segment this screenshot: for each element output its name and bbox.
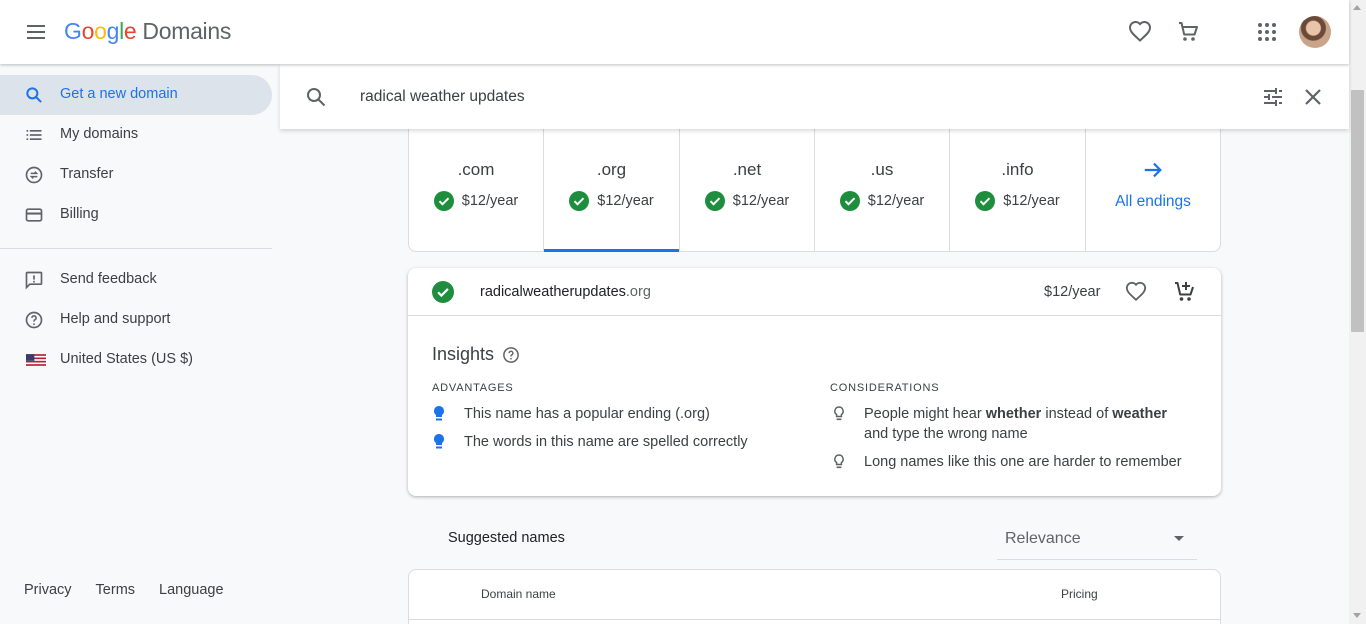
check-circle-icon xyxy=(704,191,725,211)
check-circle-icon xyxy=(839,191,860,211)
sidebar-item-label: My domains xyxy=(60,126,139,142)
advantage-item: This name has a popular ending (.org) xyxy=(432,404,802,424)
dropdown-arrow-icon xyxy=(1174,536,1184,541)
help-icon xyxy=(25,311,43,329)
scroll-down-arrow-icon[interactable] xyxy=(1353,613,1361,618)
check-circle-icon xyxy=(433,191,454,211)
ending-tld: .org xyxy=(596,160,627,179)
sidebar-item-label: Transfer xyxy=(60,166,114,182)
search-icon[interactable] xyxy=(304,85,328,109)
us-flag-icon xyxy=(26,354,46,366)
all-endings-button[interactable]: All endings xyxy=(1086,111,1220,251)
sidebar-item-my-domains[interactable]: My domains xyxy=(0,115,272,155)
sidebar-item-label: Help and support xyxy=(60,311,171,327)
ending-tld: .info xyxy=(1001,160,1034,179)
advantages-heading: ADVANTAGES xyxy=(432,382,514,394)
app-bar: Google Domains xyxy=(0,0,1349,64)
footer-links: Privacy Terms Language xyxy=(24,582,224,598)
terms-link[interactable]: Terms xyxy=(96,582,135,598)
list-icon xyxy=(26,130,42,140)
sort-value: Relevance xyxy=(1005,530,1081,547)
ending-tld: .net xyxy=(732,160,762,179)
ending-tab-net[interactable]: .net $12/year xyxy=(680,111,815,251)
ending-price: $12/year xyxy=(732,193,790,209)
lightbulb-outline-icon xyxy=(834,406,844,421)
sidebar-item-get-new-domain[interactable]: Get a new domain xyxy=(0,75,272,115)
privacy-link[interactable]: Privacy xyxy=(24,582,72,598)
domain-name: radicalweatherupdates.org xyxy=(480,284,651,300)
considerations-heading: CONSIDERATIONS xyxy=(830,382,940,394)
search-bar: radical weather updates xyxy=(280,64,1349,129)
sidebar-item-label: United States (US $) xyxy=(60,351,193,367)
ending-price: $12/year xyxy=(867,193,925,209)
suggested-names-title: Suggested names xyxy=(448,530,565,546)
domain-result-row[interactable]: radicalweatherupdates.org $12/year xyxy=(408,268,1221,316)
header-divider xyxy=(409,619,1220,620)
check-circle-icon xyxy=(975,191,996,211)
advantage-item: The words in this name are spelled corre… xyxy=(432,432,802,452)
check-circle-icon xyxy=(432,281,454,303)
tune-filter-icon[interactable] xyxy=(1261,85,1285,109)
scroll-up-arrow-icon[interactable] xyxy=(1353,5,1361,10)
sidebar-item-label: Send feedback xyxy=(60,271,157,287)
check-circle-icon xyxy=(569,191,590,211)
sidebar-item-label: Get a new domain xyxy=(60,86,178,102)
sidebar-item-billing[interactable]: Billing xyxy=(0,195,272,235)
all-endings-label: All endings xyxy=(1115,193,1191,210)
menu-icon[interactable] xyxy=(24,20,48,44)
help-icon[interactable] xyxy=(502,346,520,364)
ending-price: $12/year xyxy=(461,193,519,209)
ending-tab-com[interactable]: .com $12/year xyxy=(409,111,544,251)
lightbulb-outline-icon xyxy=(834,454,844,469)
ending-tab-us[interactable]: .us $12/year xyxy=(815,111,950,251)
language-link[interactable]: Language xyxy=(159,582,224,598)
credit-card-icon xyxy=(25,208,43,222)
sidebar-item-help[interactable]: Help and support xyxy=(0,300,272,340)
domain-price: $12/year xyxy=(1044,284,1101,300)
ending-tld: .us xyxy=(870,160,894,179)
domain-result-card: radicalweatherupdates.org $12/year Insig… xyxy=(408,268,1221,496)
domain-endings-row: .com $12/year .org $12/year .net $12/yea… xyxy=(408,110,1221,252)
suggestions-table-header: Domain name Pricing xyxy=(408,569,1221,624)
feedback-icon xyxy=(25,271,43,290)
column-domain-name: Domain name xyxy=(481,587,556,601)
avatar[interactable] xyxy=(1299,16,1331,48)
ending-tab-info[interactable]: .info $12/year xyxy=(950,111,1086,251)
scrollbar-thumb[interactable] xyxy=(1351,90,1364,332)
column-pricing: Pricing xyxy=(1061,587,1098,601)
arrow-right-icon xyxy=(1144,162,1162,178)
cart-icon[interactable] xyxy=(1176,20,1200,44)
consideration-item: Long names like this one are harder to r… xyxy=(832,452,1192,472)
add-to-cart-icon[interactable] xyxy=(1173,280,1197,304)
consideration-item: People might hear whether instead of wea… xyxy=(832,404,1192,444)
sidebar-item-country[interactable]: United States (US $) xyxy=(0,340,272,380)
heart-icon[interactable] xyxy=(1125,281,1147,303)
ending-tab-org[interactable]: .org $12/year xyxy=(544,111,680,252)
sort-select[interactable]: Relevance xyxy=(997,520,1197,560)
ending-price: $12/year xyxy=(1003,193,1060,209)
sidebar: Get a new domain My domains Transfer Bil… xyxy=(0,64,280,624)
product-name: Domains xyxy=(142,18,232,44)
sidebar-item-transfer[interactable]: Transfer xyxy=(0,155,272,195)
sidebar-item-send-feedback[interactable]: Send feedback xyxy=(0,260,272,300)
insights-title: Insights xyxy=(432,344,495,364)
search-input[interactable]: radical weather updates xyxy=(360,88,525,106)
ending-tld: .com xyxy=(457,160,495,179)
google-domains-logo[interactable]: Google Domains xyxy=(64,18,231,45)
apps-grid-icon[interactable] xyxy=(1255,20,1279,44)
close-icon[interactable] xyxy=(1301,85,1325,109)
sidebar-divider xyxy=(0,248,272,249)
transfer-icon xyxy=(25,166,43,184)
lightbulb-filled-icon xyxy=(434,406,444,421)
page-scrollbar[interactable] xyxy=(1349,0,1366,624)
lightbulb-filled-icon xyxy=(434,434,444,449)
search-icon xyxy=(26,87,42,103)
sidebar-item-label: Billing xyxy=(60,206,99,222)
heart-icon[interactable] xyxy=(1128,20,1152,44)
ending-price: $12/year xyxy=(597,193,654,209)
